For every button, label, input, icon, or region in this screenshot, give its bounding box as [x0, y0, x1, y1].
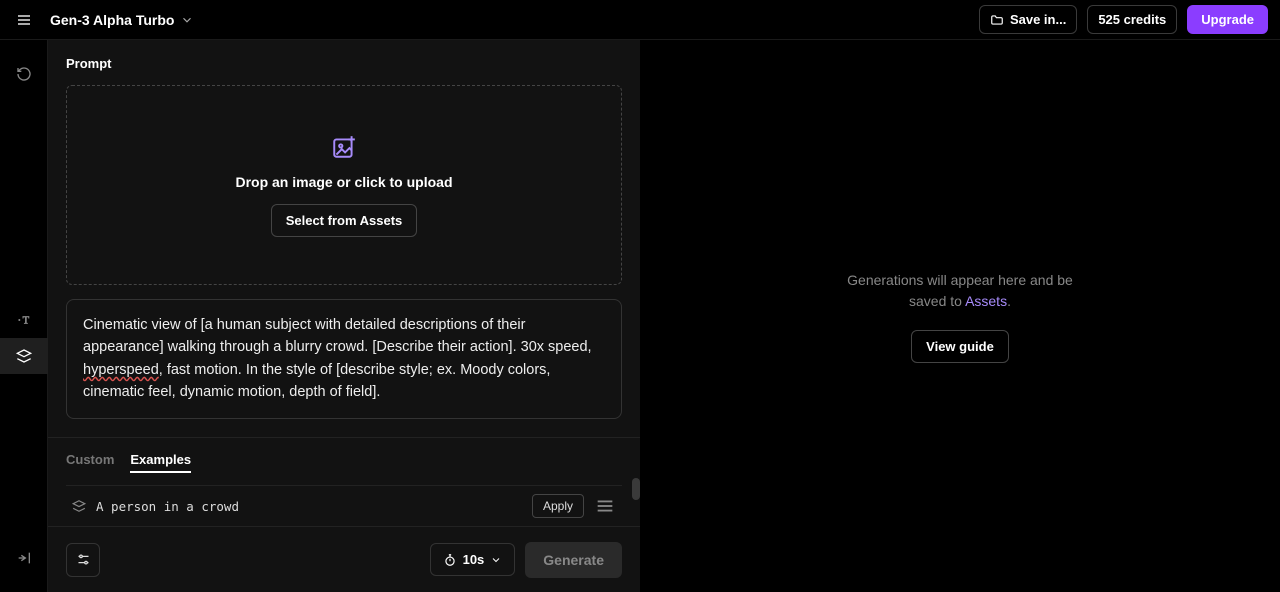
center-panel: Prompt Drop an image or click to upload … — [48, 40, 640, 592]
example-row: A person in a crowd Apply — [66, 485, 622, 526]
history-icon[interactable] — [0, 56, 48, 92]
assets-link[interactable]: Assets — [965, 293, 1007, 309]
bottom-right-controls: 10s Generate — [430, 542, 622, 578]
prompt-text-content: Cinematic view of [a human subject with … — [83, 314, 605, 404]
model-name-label: Gen-3 Alpha Turbo — [50, 12, 174, 28]
upgrade-label: Upgrade — [1201, 12, 1254, 27]
generate-label: Generate — [543, 552, 604, 568]
prompt-section-label: Prompt — [66, 56, 622, 71]
apply-example-button[interactable]: Apply — [532, 494, 584, 518]
right-panel: Generations will appear here and be save… — [640, 40, 1280, 592]
empty-state-text: Generations will appear here and be save… — [847, 270, 1073, 312]
credits-button[interactable]: 525 credits — [1087, 5, 1177, 34]
save-in-button[interactable]: Save in... — [979, 5, 1077, 34]
save-in-label: Save in... — [1010, 12, 1066, 27]
tab-custom[interactable]: Custom — [66, 452, 114, 473]
text-mode-icon[interactable]: T — [0, 302, 48, 338]
stopwatch-icon — [443, 553, 457, 567]
folder-icon — [990, 13, 1004, 27]
chevron-down-icon — [180, 13, 194, 27]
prompt-textarea[interactable]: Cinematic view of [a human subject with … — [66, 299, 622, 419]
view-guide-button[interactable]: View guide — [911, 330, 1009, 363]
duration-label: 10s — [463, 552, 485, 567]
bottom-bar: 10s Generate — [48, 526, 640, 592]
scrollbar-thumb[interactable] — [632, 478, 640, 500]
generate-button[interactable]: Generate — [525, 542, 622, 578]
tab-examples[interactable]: Examples — [130, 452, 191, 473]
upgrade-button[interactable]: Upgrade — [1187, 5, 1268, 34]
model-selector[interactable]: Gen-3 Alpha Turbo — [50, 12, 194, 28]
left-sidebar: T — [0, 40, 48, 592]
prompt-tabs: Custom Examples — [48, 437, 640, 473]
view-guide-label: View guide — [926, 339, 994, 354]
upload-image-icon — [331, 134, 357, 160]
top-bar: Gen-3 Alpha Turbo Save in... 525 credits… — [0, 0, 1280, 40]
image-dropzone[interactable]: Drop an image or click to upload Select … — [66, 85, 622, 285]
empty-line1: Generations will appear here and be — [847, 272, 1073, 288]
collapse-icon[interactable] — [0, 540, 48, 576]
empty-line2-prefix: saved to — [909, 293, 965, 309]
menu-icon[interactable] — [12, 8, 36, 32]
dropzone-text: Drop an image or click to upload — [235, 174, 452, 190]
layers-icon — [72, 499, 86, 513]
prompt-section: Prompt Drop an image or click to upload … — [48, 40, 640, 429]
layers-mode-icon[interactable] — [0, 338, 48, 374]
chevron-down-icon — [490, 554, 502, 566]
credits-label: 525 credits — [1098, 12, 1166, 27]
example-label: A person in a crowd — [96, 499, 522, 514]
select-assets-label: Select from Assets — [286, 213, 403, 228]
top-right-controls: Save in... 525 credits Upgrade — [979, 5, 1268, 34]
apply-label: Apply — [543, 499, 573, 513]
settings-button[interactable] — [66, 543, 100, 577]
select-from-assets-button[interactable]: Select from Assets — [271, 204, 418, 237]
main-layout: T Prompt Drop an image or click to uploa… — [0, 40, 1280, 592]
svg-text:T: T — [22, 315, 29, 326]
example-menu-icon[interactable] — [594, 495, 616, 517]
duration-selector[interactable]: 10s — [430, 543, 516, 576]
